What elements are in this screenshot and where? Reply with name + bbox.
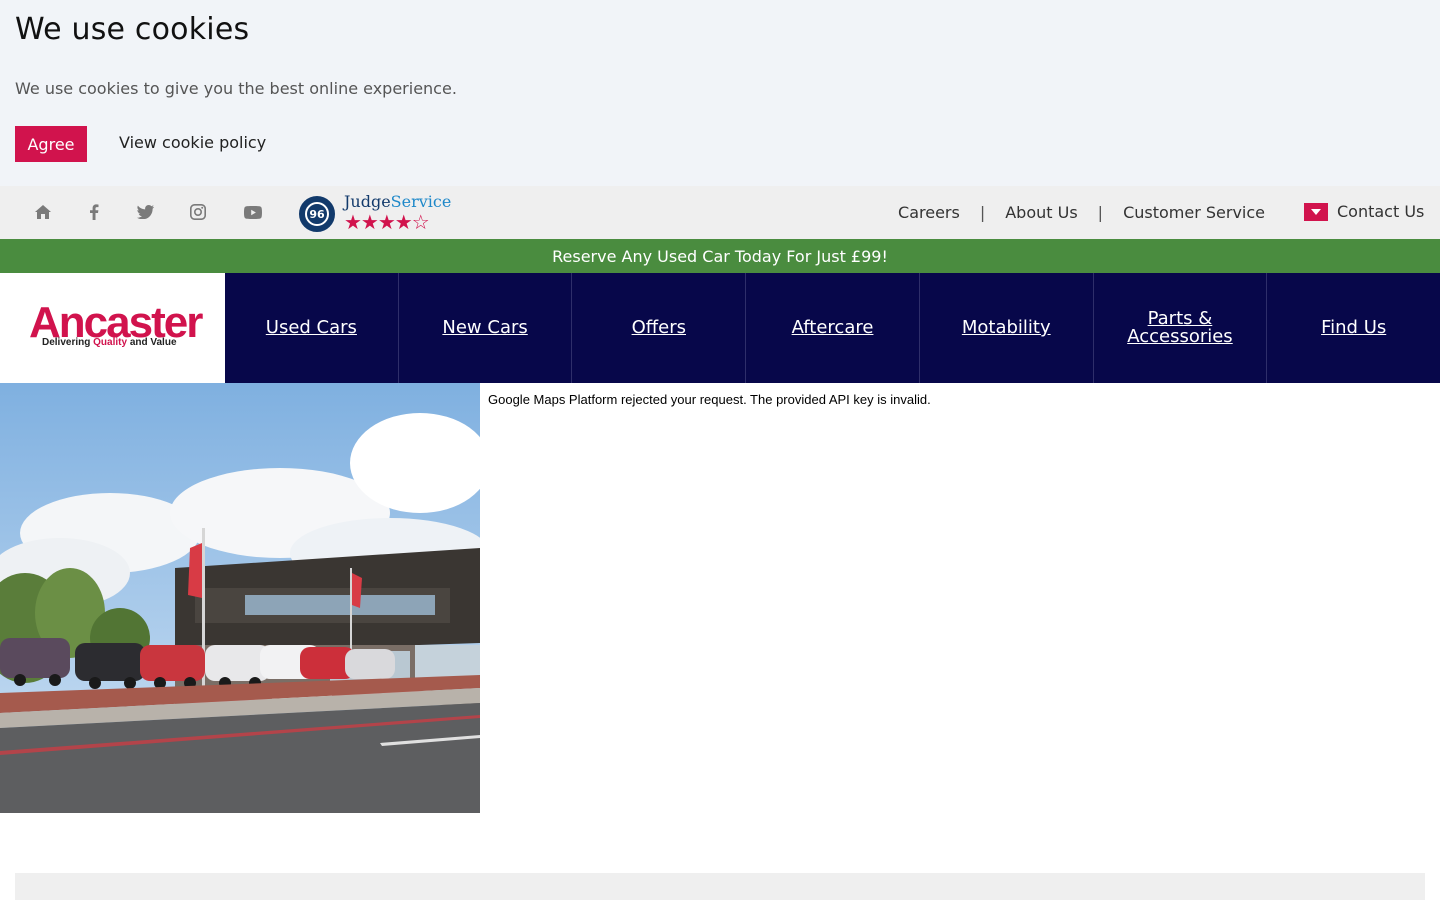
map-container[interactable]: Google Maps Platform rejected your reque… <box>480 383 1440 813</box>
contact-us-label: Contact Us <box>1337 202 1425 221</box>
customer-service-link[interactable]: Customer Service <box>1123 203 1265 222</box>
nav-used-cars[interactable]: Used Cars <box>225 273 398 383</box>
link-separator: | <box>1097 203 1104 222</box>
home-icon[interactable] <box>30 199 56 225</box>
link-separator: | <box>979 203 986 222</box>
judge-score-badge: 96 <box>299 196 335 232</box>
nav-parts-accessories[interactable]: Parts & Accessories <box>1092 273 1267 383</box>
utility-links: Careers | About Us | Customer Service <box>898 203 1265 222</box>
cookie-text: We use cookies to give you the best onli… <box>15 79 457 98</box>
cookie-banner: We use cookies We use cookies to give yo… <box>0 0 1440 186</box>
main-nav: Used Cars New Cars Offers Aftercare Mota… <box>225 273 1440 383</box>
logo-tagline: Delivering Quality and Value <box>42 337 177 348</box>
cookie-policy-link[interactable]: View cookie policy <box>119 133 266 152</box>
content-panel <box>15 873 1425 900</box>
chevron-down-icon <box>1304 202 1328 221</box>
nav-aftercare[interactable]: Aftercare <box>745 273 919 383</box>
ancaster-logo[interactable]: Ancaster Delivering Quality and Value <box>0 273 225 383</box>
judge-name-suffix: Service <box>390 192 452 211</box>
judge-star-rating: ★★★★☆ <box>344 210 430 234</box>
about-us-link[interactable]: About Us <box>1005 203 1077 222</box>
main-header: Ancaster Delivering Quality and Value Us… <box>0 273 1440 383</box>
instagram-icon[interactable] <box>185 199 211 225</box>
utility-bar: 96 JudgeService ★★★★☆ Careers | About Us… <box>0 186 1440 239</box>
dealership-photo <box>0 383 480 813</box>
nav-offers[interactable]: Offers <box>571 273 745 383</box>
facebook-icon[interactable] <box>81 199 107 225</box>
nav-motability[interactable]: Motability <box>918 273 1093 383</box>
judge-score: 96 <box>305 202 329 226</box>
judge-service-logo: JudgeService <box>344 192 451 211</box>
cookie-title: We use cookies <box>15 12 250 47</box>
judge-name-prefix: Judge <box>344 192 391 211</box>
twitter-icon[interactable] <box>132 199 158 225</box>
dealership-illustration <box>0 383 480 813</box>
careers-link[interactable]: Careers <box>898 203 960 222</box>
judge-service-badge[interactable]: 96 JudgeService ★★★★☆ <box>299 192 451 234</box>
promo-text: Reserve Any Used Car Today For Just £99! <box>552 246 888 266</box>
youtube-icon[interactable] <box>240 199 266 225</box>
map-error-message: Google Maps Platform rejected your reque… <box>488 392 931 407</box>
nav-new-cars[interactable]: New Cars <box>397 273 572 383</box>
agree-button[interactable]: Agree <box>15 126 87 162</box>
promo-banner[interactable]: Reserve Any Used Car Today For Just £99! <box>0 239 1440 273</box>
contact-us-dropdown[interactable]: Contact Us <box>1304 202 1424 221</box>
nav-find-us[interactable]: Find Us <box>1266 273 1440 383</box>
